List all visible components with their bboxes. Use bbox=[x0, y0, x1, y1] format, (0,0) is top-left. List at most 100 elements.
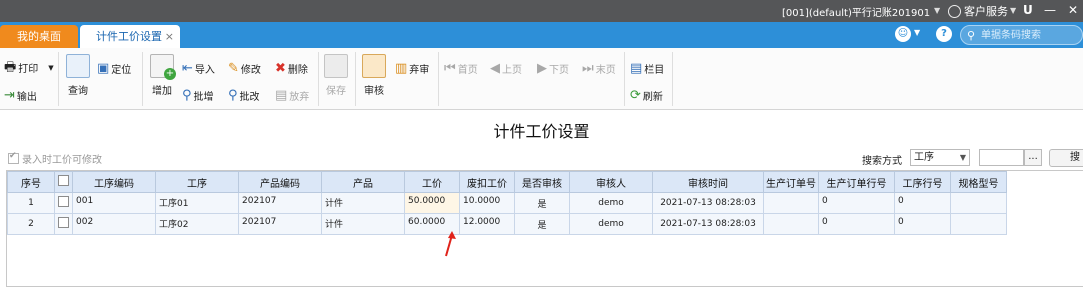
pin-icon[interactable]: U bbox=[1023, 3, 1033, 17]
search-mode-select[interactable]: 工序 ▼ bbox=[910, 149, 970, 166]
header-cell[interactable]: 生产订单号 bbox=[763, 171, 819, 193]
cell-reviewer[interactable]: demo bbox=[569, 213, 653, 235]
cell-review-time[interactable]: 2021-07-13 08:28:03 bbox=[652, 213, 764, 235]
cell-process[interactable]: 工序01 bbox=[155, 192, 239, 214]
smiley-icon[interactable]: ☺ bbox=[895, 26, 911, 42]
smiley-dropdown-icon[interactable]: ▼ bbox=[914, 28, 920, 37]
print-dropdown-icon[interactable]: ▼ bbox=[48, 64, 53, 72]
editable-checkbox[interactable] bbox=[8, 151, 19, 164]
cell-process[interactable]: 工序02 bbox=[155, 213, 239, 235]
header-cell[interactable]: 审核人 bbox=[569, 171, 653, 193]
editable-option[interactable]: 录入时工价可修改 bbox=[8, 151, 102, 166]
search-value-input[interactable] bbox=[979, 149, 1024, 166]
query-button[interactable]: 查询 bbox=[66, 54, 90, 97]
save-button[interactable]: 保存 bbox=[324, 54, 348, 97]
cell-order-line[interactable]: 0 bbox=[818, 213, 895, 235]
prev-page-button[interactable]: ◀ 上页 bbox=[490, 61, 522, 76]
refresh-button[interactable]: ⟳ 刷新 bbox=[630, 88, 663, 103]
cell-product-code[interactable]: 202107 bbox=[238, 213, 322, 235]
unreview-icon: ▥ bbox=[395, 60, 408, 76]
cell-review-time[interactable]: 2021-07-13 08:28:03 bbox=[652, 192, 764, 214]
search-reference-button[interactable]: ... bbox=[1024, 149, 1042, 166]
review-button[interactable]: 审核 bbox=[362, 54, 386, 97]
cell-reviewed[interactable]: 是 bbox=[514, 213, 570, 235]
unreview-button[interactable]: ▥ 弃审 bbox=[395, 61, 429, 76]
cell-spec[interactable] bbox=[950, 213, 1007, 235]
print-button[interactable]: 🖶 打印 ▼ bbox=[4, 60, 54, 75]
tab-home[interactable]: 我的桌面 bbox=[0, 25, 78, 48]
cell-scrap-price[interactable]: 12.0000 bbox=[459, 213, 515, 235]
columns-button[interactable]: ▤ 栏目 bbox=[630, 61, 664, 76]
header-select-all[interactable] bbox=[54, 171, 73, 193]
table-row[interactable]: 2 002 工序02 202107 计件 60.0000 12.0000 是 d… bbox=[7, 213, 1007, 235]
cell-process-code[interactable]: 001 bbox=[72, 192, 156, 214]
export-button[interactable]: ⇥ 输出 bbox=[4, 88, 37, 103]
next-page-icon: ▶ bbox=[537, 60, 547, 76]
cell-process-code[interactable]: 002 bbox=[72, 213, 156, 235]
cell-order-line[interactable]: 0 bbox=[818, 192, 895, 214]
pencil-icon: ✎ bbox=[228, 60, 239, 76]
header-cell[interactable]: 工序行号 bbox=[894, 171, 951, 193]
header-cell[interactable]: 工价 bbox=[404, 171, 460, 193]
row-number: 1 bbox=[7, 192, 55, 214]
header-cell[interactable]: 序号 bbox=[7, 171, 55, 193]
row-checkbox[interactable] bbox=[58, 196, 69, 207]
abandon-label: 放弃 bbox=[289, 92, 310, 103]
select-all-checkbox[interactable] bbox=[58, 175, 69, 186]
header-cell[interactable]: 产品编码 bbox=[238, 171, 322, 193]
account-dropdown-icon[interactable]: ▼ bbox=[934, 6, 940, 15]
batch-add-button[interactable]: ⚲ 批增 bbox=[182, 88, 214, 103]
barcode-search[interactable]: ⚲ bbox=[960, 25, 1083, 45]
modify-button[interactable]: ✎ 修改 bbox=[228, 61, 261, 76]
cell-product[interactable]: 计件 bbox=[321, 192, 405, 214]
header-cell[interactable]: 规格型号 bbox=[950, 171, 1007, 193]
minimize-icon[interactable]: — bbox=[1044, 3, 1056, 17]
account-label[interactable]: [001](default)平行记账201901 bbox=[782, 4, 930, 19]
row-select[interactable] bbox=[54, 213, 73, 235]
header-cell[interactable]: 是否审核 bbox=[514, 171, 570, 193]
abandon-button[interactable]: ▤ 放弃 bbox=[275, 88, 309, 103]
cell-process-line[interactable]: 0 bbox=[894, 192, 951, 214]
customer-service-dropdown-icon[interactable]: ▼ bbox=[1010, 6, 1016, 15]
cell-product-code[interactable]: 202107 bbox=[238, 192, 322, 214]
next-page-button[interactable]: ▶ 下页 bbox=[537, 61, 569, 76]
cell-spec[interactable] bbox=[950, 192, 1007, 214]
page-title: 计件工价设置 bbox=[493, 122, 590, 141]
batch-modify-button[interactable]: ⚲ 批改 bbox=[228, 88, 260, 103]
cell-process-line[interactable]: 0 bbox=[894, 213, 951, 235]
batch-add-icon: ⚲ bbox=[182, 87, 192, 103]
search-button[interactable]: 搜索 bbox=[1049, 149, 1083, 167]
delete-button[interactable]: ✖ 删除 bbox=[275, 61, 308, 76]
cell-product[interactable]: 计件 bbox=[321, 213, 405, 235]
cell-reviewer[interactable]: demo bbox=[569, 192, 653, 214]
first-page-button[interactable]: ⏮ 首页 bbox=[444, 61, 478, 76]
query-label: 查询 bbox=[68, 86, 88, 97]
import-button[interactable]: ⇤ 导入 bbox=[182, 61, 215, 76]
row-select[interactable] bbox=[54, 192, 73, 214]
batch-modify-label: 批改 bbox=[239, 92, 260, 103]
header-cell[interactable]: 工序 bbox=[155, 171, 239, 193]
locate-button[interactable]: ▣ 定位 bbox=[97, 61, 131, 76]
cell-reviewed[interactable]: 是 bbox=[514, 192, 570, 214]
last-page-button[interactable]: ⏭ 末页 bbox=[582, 61, 616, 76]
cell-order-no[interactable] bbox=[763, 192, 819, 214]
cell-order-no[interactable] bbox=[763, 213, 819, 235]
header-cell[interactable]: 生产订单行号 bbox=[818, 171, 895, 193]
barcode-search-input[interactable] bbox=[981, 28, 1079, 42]
tab-current[interactable]: 计件工价设置 × bbox=[80, 25, 180, 48]
cell-price[interactable]: 50.0000 bbox=[404, 192, 460, 214]
help-icon[interactable]: ? bbox=[936, 26, 952, 42]
tab-close-icon[interactable]: × bbox=[165, 25, 174, 48]
header-cell[interactable]: 产品 bbox=[321, 171, 405, 193]
refresh-label: 刷新 bbox=[642, 92, 663, 103]
table-row[interactable]: 1 001 工序01 202107 计件 50.0000 10.0000 是 d… bbox=[7, 192, 1007, 214]
header-cell[interactable]: 废扣工价 bbox=[459, 171, 515, 193]
first-page-label: 首页 bbox=[457, 65, 478, 76]
header-cell[interactable]: 审核时间 bbox=[652, 171, 764, 193]
close-window-icon[interactable]: ✕ bbox=[1068, 3, 1078, 17]
cell-scrap-price[interactable]: 10.0000 bbox=[459, 192, 515, 214]
add-button[interactable]: + 增加 bbox=[150, 54, 176, 97]
row-checkbox[interactable] bbox=[58, 217, 69, 228]
customer-service-menu[interactable]: 客户服务 bbox=[948, 3, 1008, 19]
header-cell[interactable]: 工序编码 bbox=[72, 171, 156, 193]
